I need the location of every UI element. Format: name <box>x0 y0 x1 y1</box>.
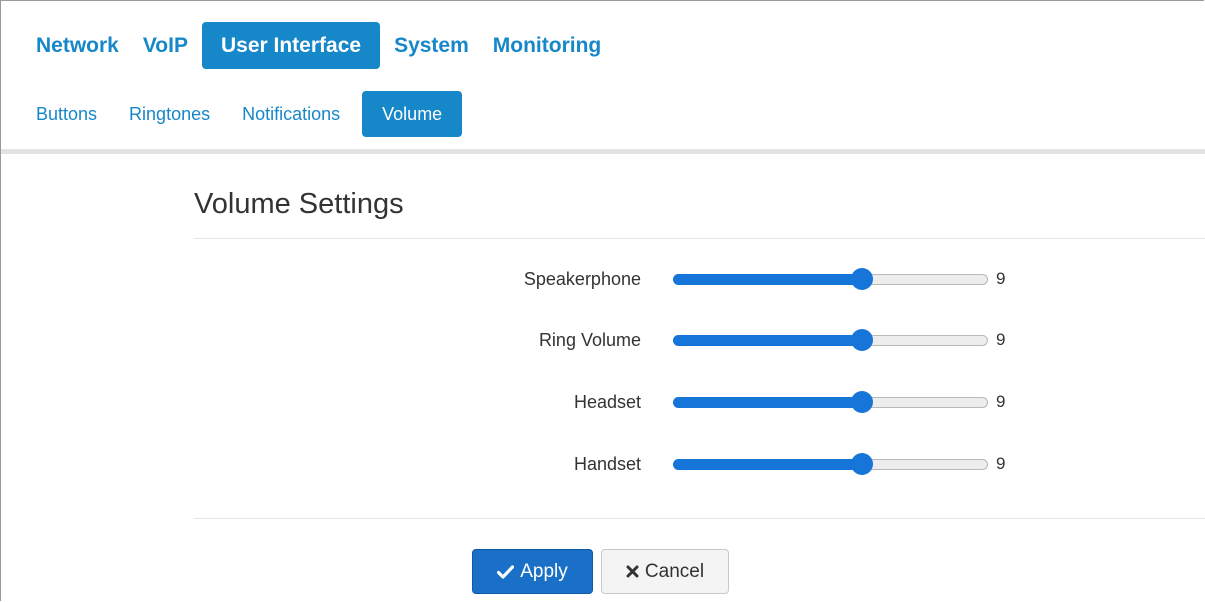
slider-row-ring-volume: Ring Volume 9 <box>194 322 1094 358</box>
apply-button[interactable]: Apply <box>472 549 593 594</box>
cancel-button[interactable]: Cancel <box>601 549 729 594</box>
slider-row-headset: Headset 9 <box>194 384 1094 420</box>
speakerphone-slider[interactable] <box>673 268 988 290</box>
slider-fill <box>673 397 862 408</box>
slider-label: Ring Volume <box>538 330 641 350</box>
slider-value: 9 <box>996 392 1006 411</box>
slider-handle[interactable] <box>851 268 873 290</box>
slider-value: 9 <box>996 454 1006 473</box>
slider-label: Speakerphone <box>523 269 641 289</box>
slider-fill <box>673 335 862 346</box>
slider-value: 9 <box>996 269 1006 288</box>
slider-label: Headset <box>573 392 641 412</box>
nav-divider <box>1 149 1205 154</box>
sub-nav-volume[interactable]: Volume <box>362 91 463 137</box>
slider-fill <box>673 459 862 470</box>
sub-nav-notifications[interactable]: Notifications <box>232 91 350 137</box>
ring-volume-slider[interactable] <box>673 329 988 351</box>
slider-label: Handset <box>573 454 641 474</box>
cancel-label: Cancel <box>644 561 705 582</box>
main-nav-monitoring[interactable]: Monitoring <box>483 22 611 69</box>
times-icon <box>626 565 639 578</box>
main-nav-user-interface[interactable]: User Interface <box>201 22 381 69</box>
headset-slider[interactable] <box>673 391 988 413</box>
main-nav-network[interactable]: Network <box>26 22 129 69</box>
sub-nav-buttons[interactable]: Buttons <box>26 91 107 137</box>
slider-row-handset: Handset 9 <box>194 446 1094 482</box>
main-nav-voip[interactable]: VoIP <box>133 22 198 69</box>
slider-handle[interactable] <box>851 453 873 475</box>
main-nav-system[interactable]: System <box>384 22 479 69</box>
slider-row-speakerphone: Speakerphone 9 <box>194 261 1094 297</box>
slider-fill <box>673 274 862 285</box>
main-nav: Network VoIP User Interface System Monit… <box>26 22 611 69</box>
apply-label: Apply <box>520 561 568 582</box>
section-divider-bottom <box>194 518 1205 519</box>
sub-nav-ringtones[interactable]: Ringtones <box>119 91 220 137</box>
section-title: Volume Settings <box>194 188 404 220</box>
slider-handle[interactable] <box>851 329 873 351</box>
sub-nav: Buttons Ringtones Notifications Volume <box>26 91 463 137</box>
handset-slider[interactable] <box>673 453 988 475</box>
slider-value: 9 <box>996 330 1006 349</box>
check-icon <box>497 564 515 579</box>
slider-handle[interactable] <box>851 391 873 413</box>
section-divider-top <box>194 238 1205 239</box>
